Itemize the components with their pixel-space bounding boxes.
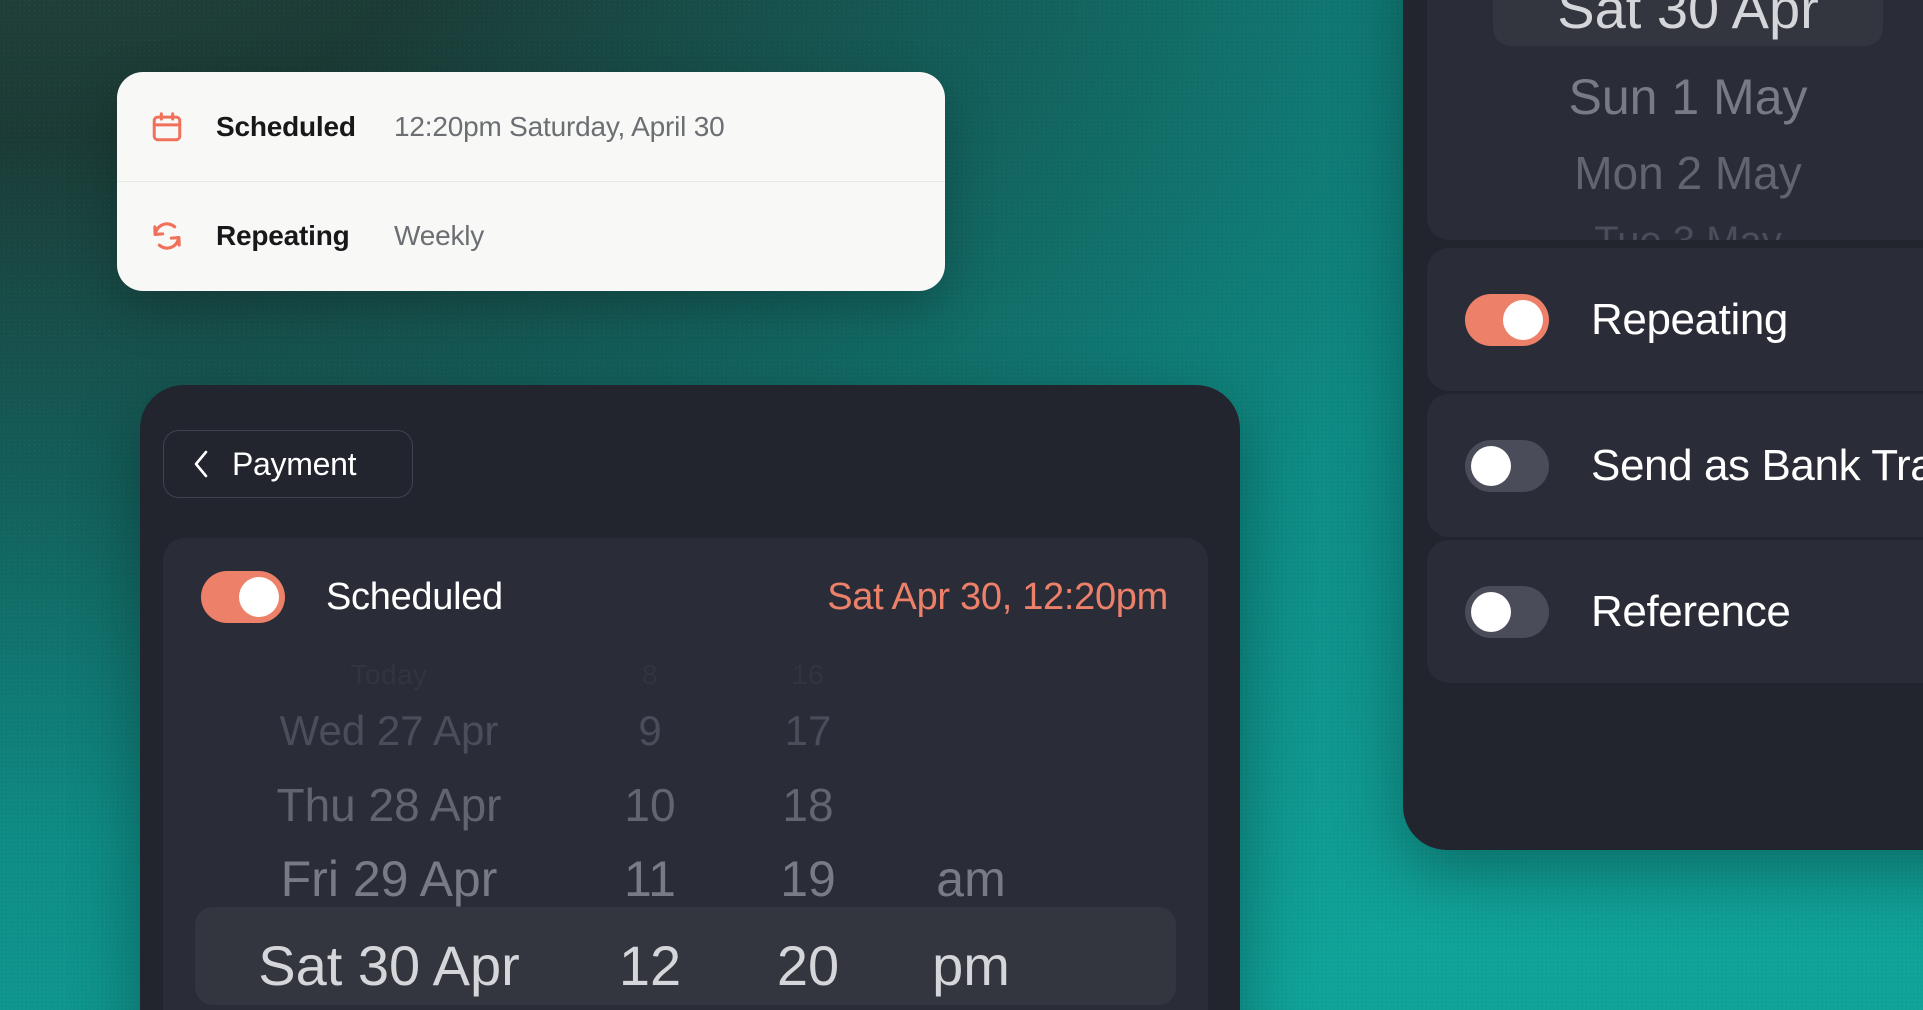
scheduled-label: Scheduled [326,575,503,618]
picker-hour-cell[interactable]: 9 [575,707,725,755]
picker-date-cell[interactable]: Wed 27 Apr [203,707,575,755]
summary-label-repeating: Repeating [216,220,350,251]
picker-minute-cell[interactable]: 16 [725,659,891,691]
summary-label-scheduled: Scheduled [216,110,356,142]
scheduled-datetime-value[interactable]: Sat Apr 30, 12:20pm [827,576,1168,619]
option-row-repeating[interactable]: Repeating [1427,248,1923,391]
bank-transfer-toggle[interactable] [1465,439,1549,492]
option-label-bank-transfer: Send as Bank Transfer [1591,440,1923,490]
day-picker-wheel[interactable]: Sat 30 Apr Sun 1 May Mon 2 May Tue 3 May… [1427,0,1923,240]
picker-hour-cell[interactable]: 8 [575,659,725,691]
scheduled-header-row: Scheduled Sat Apr 30, 12:20pm [163,538,1208,656]
reference-toggle[interactable] [1465,585,1549,638]
option-row-bank-transfer[interactable]: Send as Bank Transfer [1427,394,1923,537]
day-option-selected[interactable]: Sat 30 Apr [1427,0,1923,58]
toggle-knob [1503,299,1543,340]
picker-meridiem-cell-selected[interactable]: pm [891,933,1051,998]
datetime-picker[interactable]: Today 8 16 Wed 27 Apr 9 17 Thu 28 Apr 10… [163,656,1208,1010]
back-to-payment-button[interactable]: Payment [163,430,413,498]
picker-row[interactable]: Wed 27 Apr 9 17 [203,694,1168,768]
picker-minute-cell[interactable]: 17 [725,707,891,755]
scheduled-toggle[interactable] [201,571,285,623]
picker-hour-cell-selected[interactable]: 12 [575,933,725,998]
toggle-knob [1471,591,1511,632]
repeating-toggle[interactable] [1465,293,1549,346]
picker-row[interactable]: Thu 28 Apr 10 18 [203,768,1168,842]
scheduled-panel: Scheduled Sat Apr 30, 12:20pm Today 8 16… [163,538,1208,1010]
option-row-reference[interactable]: Reference [1427,540,1923,683]
picker-date-cell[interactable]: Today [203,659,575,691]
picker-date-cell-selected[interactable]: Sat 30 Apr [203,933,575,998]
option-label-repeating: Repeating [1591,294,1788,344]
summary-row-scheduled[interactable]: Scheduled 12:20pm Saturday, April 30 [117,72,945,181]
summary-value-scheduled: 12:20pm Saturday, April 30 [394,110,725,142]
picker-row[interactable]: Fri 29 Apr 11 19 am [203,842,1168,916]
picker-hour-cell[interactable]: 10 [575,778,725,832]
payment-schedule-card: Payment Scheduled Sat Apr 30, 12:20pm To… [140,385,1240,1010]
picker-row-selected[interactable]: Sat 30 Apr 12 20 pm [203,916,1168,1010]
toggle-knob [239,577,279,617]
calendar-icon [148,108,186,146]
toggle-knob [1471,445,1511,486]
picker-minute-cell[interactable]: 19 [725,850,891,908]
picker-minute-cell-selected[interactable]: 20 [725,933,891,998]
options-panel: Sat 30 Apr Sun 1 May Mon 2 May Tue 3 May… [1403,0,1923,850]
day-option[interactable]: Tue 3 May [1427,210,1923,240]
day-option[interactable]: Mon 2 May [1427,136,1923,210]
picker-date-cell[interactable]: Fri 29 Apr [203,850,575,908]
picker-minute-cell[interactable]: 18 [725,778,891,832]
chevron-left-icon [190,449,212,479]
picker-date-cell[interactable]: Thu 28 Apr [203,778,575,832]
repeat-icon [148,217,186,255]
picker-row[interactable]: Today 8 16 [203,656,1168,694]
day-option[interactable]: Sun 1 May [1427,58,1923,136]
schedule-summary-card: Scheduled 12:20pm Saturday, April 30 Rep… [117,72,945,291]
picker-meridiem-cell[interactable]: am [891,850,1051,908]
summary-row-repeating[interactable]: Repeating Weekly [117,181,945,290]
option-label-reference: Reference [1591,586,1791,636]
summary-value-repeating: Weekly [394,220,485,251]
back-button-label: Payment [232,445,357,482]
picker-hour-cell[interactable]: 11 [575,850,725,908]
